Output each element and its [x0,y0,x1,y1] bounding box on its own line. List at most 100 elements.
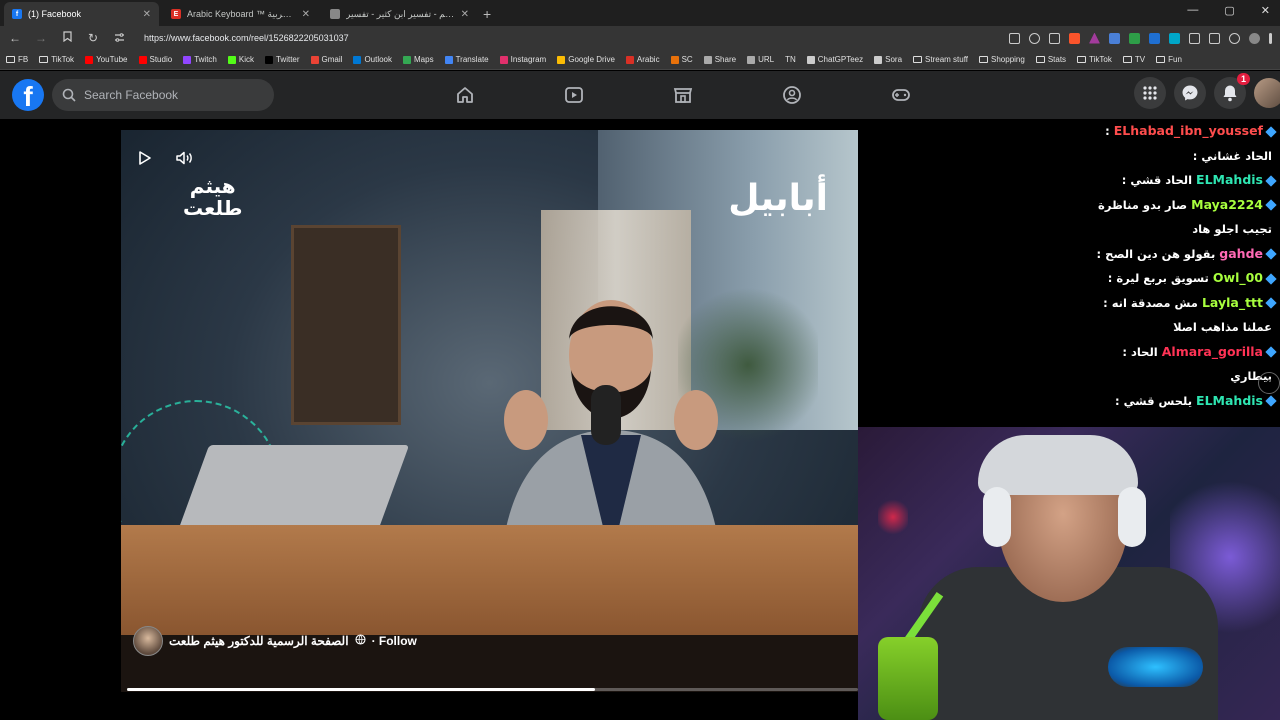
money-ext-icon[interactable] [1129,32,1140,44]
bookmark-item[interactable]: URL [747,55,774,64]
bookmark-item[interactable]: TikTok [1077,55,1112,64]
reel-author-row: الصفحة الرسمية للدكتور هيثم طلعت · Follo… [133,626,417,656]
tab-favicon-icon: E [171,9,181,19]
chat-text: بقولو هن دين الصح : [1096,246,1216,261]
chat-username[interactable]: gahde [1219,246,1263,261]
browser-tab[interactable]: f (1) Facebook ✕ [4,2,159,26]
site-info-icon[interactable] [112,31,126,45]
play-icon[interactable] [131,144,159,172]
tab-favicon-icon [330,9,340,19]
page-name[interactable]: الصفحة الرسمية للدكتور هيثم طلعت [169,634,349,648]
gaming-icon[interactable] [846,71,955,119]
volume-icon[interactable] [171,144,199,172]
chat-username[interactable]: Almara_gorilla [1162,344,1263,359]
bookmark-favicon-icon [264,55,273,64]
profile-avatar[interactable] [1254,78,1280,108]
minimize-button[interactable]: — [1187,4,1198,17]
bookmark-item[interactable]: Studio [138,55,172,64]
ext-icon-blue[interactable] [1149,32,1160,44]
bookmark-item[interactable]: Outlook [353,55,392,64]
browser-tab[interactable]: القرآن الكريم - تفسير ابن كثير - تفسير ✕ [322,2,477,26]
forward-arrow-icon[interactable]: → [34,31,48,45]
bookmark-favicon-icon [806,55,815,64]
bookmark-item[interactable]: ChatGPTeez [806,55,863,64]
bookmark-item[interactable]: TikTok [39,55,74,64]
bookmark-item[interactable]: Stats [1035,55,1066,64]
bookmark-item[interactable]: Translate [444,55,489,64]
chat-username[interactable]: ELMahdis [1196,172,1263,187]
chat-badge-icon [1265,248,1277,260]
reload-icon[interactable]: ↻ [86,31,100,45]
folder-icon [6,56,15,63]
tab-close-icon[interactable]: ✕ [302,9,310,20]
brave-shield-icon[interactable] [1069,32,1080,44]
bookmark-item[interactable]: Google Drive [557,55,615,64]
bookmark-item[interactable]: Sora [874,55,902,64]
bookmark-item[interactable]: TN [785,55,796,64]
bookmark-item[interactable]: Arabic [625,55,660,64]
chat-text: الحاد قشي : [1121,173,1193,187]
headset-right [1118,487,1146,547]
menu-grid-icon[interactable] [1134,77,1166,109]
video-progress-bar[interactable] [127,688,858,691]
sidebar-icon[interactable] [1209,32,1220,44]
chat-username[interactable]: Layla_ttt [1202,295,1263,310]
folder-icon [913,56,923,63]
scroll-up-icon[interactable]: ⌃ [1258,372,1280,394]
notifications-bell-icon[interactable]: 1 [1214,73,1250,109]
bookmark-item[interactable]: SC [670,55,693,64]
bookmark-item[interactable]: Instagram [499,55,546,64]
bookmark-item[interactable]: Shopping [979,55,1025,64]
video-icon[interactable] [519,71,628,119]
chat-username[interactable]: Maya2224 [1191,197,1263,212]
bookmark-item[interactable]: FB [6,55,28,64]
new-tab-button[interactable]: + [483,6,491,26]
profile-icon[interactable] [1249,32,1260,44]
browser-tab[interactable]: E Arabic Keyboard ™ لوحة المفاتيح العربية… [163,2,318,26]
page-avatar[interactable] [133,626,163,656]
close-window-button[interactable]: ✕ [1261,4,1270,17]
follow-button[interactable]: · Follow [372,634,417,648]
cast-icon[interactable] [1009,32,1020,44]
bookmark-item[interactable]: Twitch [183,55,217,64]
groups-icon[interactable] [737,71,846,119]
chat-username[interactable]: Owl_00 [1213,270,1263,285]
back-arrow-icon[interactable]: ← [8,31,22,45]
bookmark-item[interactable]: Maps [403,55,434,64]
url-field[interactable]: https://www.facebook.com/reel/1526822205… [144,33,349,43]
messenger-icon[interactable] [1174,77,1206,109]
bookmark-item[interactable]: Kick [227,55,254,64]
media-icon[interactable] [1229,32,1240,44]
ext-icon-cyan[interactable] [1169,32,1180,44]
bookmark-item[interactable]: Stream stuff [913,55,968,64]
share-icon[interactable] [1049,32,1060,44]
account-controls: 1 [1134,73,1280,109]
home-icon[interactable] [410,71,519,119]
chat-username[interactable]: ELhabad_ibn_youssef [1114,123,1263,138]
bookmark-item[interactable]: TV [1122,55,1145,64]
facebook-header: f Search Facebook 1 [0,71,1280,119]
reel-video[interactable]: أبابيل هيثم طلعت الصفحة الرسمية للدكتور … [121,130,858,692]
bookmark-item[interactable]: Gmail [310,55,342,64]
maximize-button[interactable]: ▢ [1224,4,1234,17]
search-bar[interactable]: Search Facebook [52,79,274,111]
menu-icon[interactable] [1269,32,1272,44]
tab-close-icon[interactable]: ✕ [143,9,151,20]
bookmark-item[interactable]: Twitter [264,55,300,64]
search-input[interactable]: Search Facebook [84,88,178,102]
tab-close-icon[interactable]: ✕ [461,9,469,20]
folder-icon [39,56,49,63]
bookmark-icon[interactable] [60,31,74,45]
marketplace-icon[interactable] [628,71,737,119]
chat-message: Layla_ttt مش مصدقة انه : [1096,291,1280,316]
bookmark-item[interactable]: Share [703,55,736,64]
bookmark-label: FB [18,55,29,64]
zoom-icon[interactable] [1029,32,1040,44]
brave-rewards-icon[interactable] [1089,32,1100,44]
translate-ext-icon[interactable] [1109,32,1120,44]
facebook-logo[interactable]: f [12,79,44,111]
extensions-puzzle-icon[interactable] [1189,32,1200,44]
bookmark-item[interactable]: Fun [1156,55,1182,64]
chat-username[interactable]: ELMahdis [1196,393,1263,408]
bookmark-item[interactable]: YouTube [85,55,128,64]
